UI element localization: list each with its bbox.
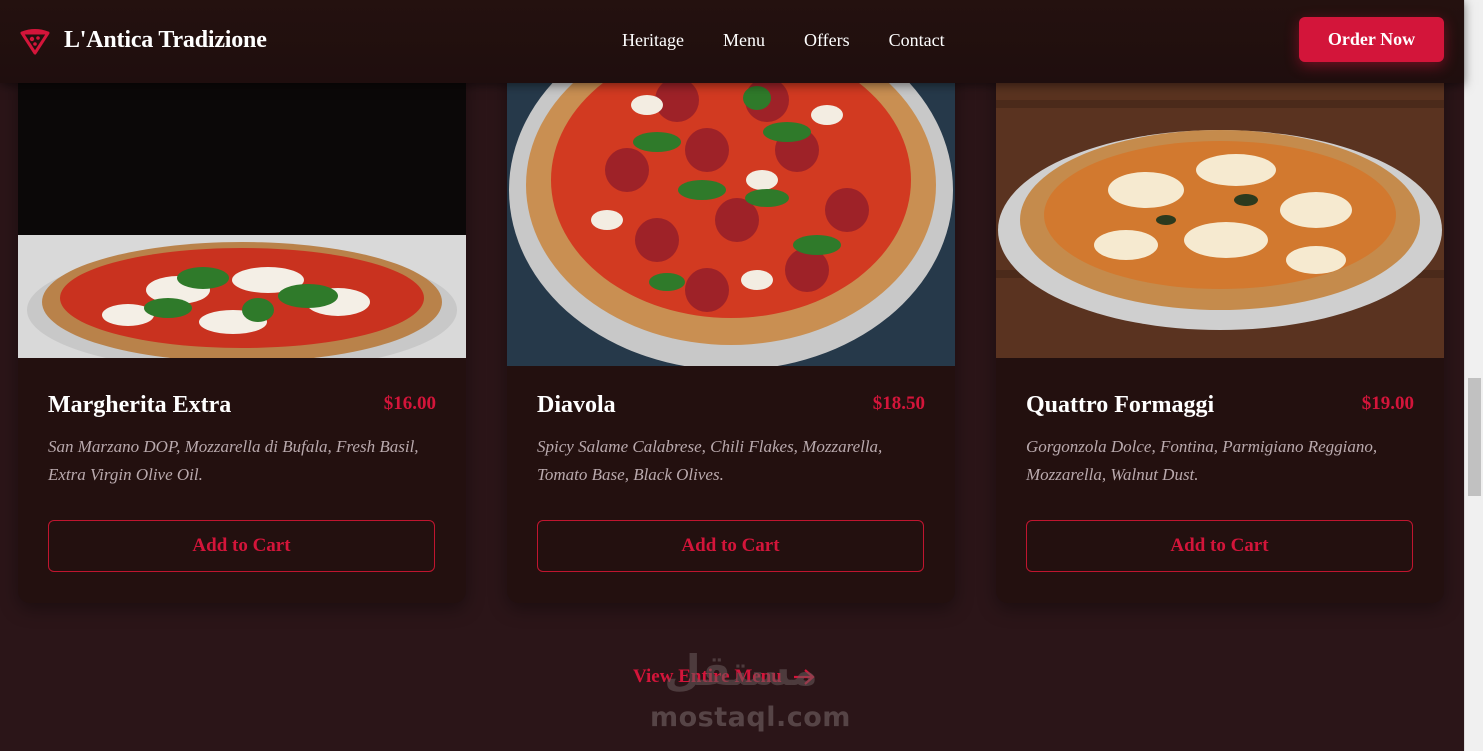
- card-price: $19.00: [1361, 393, 1414, 414]
- order-now-button[interactable]: Order Now: [1299, 17, 1444, 62]
- view-menu-label: View Entire Menu: [633, 666, 782, 687]
- menu-card-margherita: Margherita Extra $16.00 San Marzano DOP,…: [18, 40, 466, 603]
- card-title: Quattro Formaggi: [1026, 392, 1215, 418]
- card-price: $16.00: [383, 393, 436, 414]
- scrollbar[interactable]: [1464, 0, 1483, 751]
- scrollbar-thumb[interactable]: [1468, 378, 1481, 496]
- card-price: $18.50: [872, 393, 925, 414]
- arrow-right-icon: [793, 669, 815, 685]
- card-title: Diavola: [537, 392, 616, 418]
- pizza-image-quattro-formaggi: [996, 40, 1444, 358]
- nav-offers[interactable]: Offers: [804, 30, 850, 51]
- watermark: مستقل mostaql.com: [650, 646, 851, 736]
- brand-name: L'Antica Tradizione: [64, 26, 267, 53]
- brand[interactable]: L'Antica Tradizione: [19, 24, 267, 56]
- add-to-cart-button[interactable]: Add to Cart: [1026, 520, 1413, 572]
- watermark-latin: mostaql.com: [650, 702, 851, 733]
- add-to-cart-button[interactable]: Add to Cart: [537, 520, 924, 572]
- page-content: Margherita Extra $16.00 San Marzano DOP,…: [0, 0, 1464, 751]
- card-title: Margherita Extra: [48, 392, 232, 418]
- menu-card-diavola: Diavola $18.50 Spicy Salame Calabrese, C…: [507, 40, 955, 603]
- card-description: San Marzano DOP, Mozzarella di Bufala, F…: [48, 437, 419, 484]
- nav-heritage[interactable]: Heritage: [622, 30, 684, 51]
- view-entire-menu-link[interactable]: View Entire Menu: [633, 666, 816, 688]
- site-header: L'Antica Tradizione Heritage Menu Offers…: [0, 0, 1464, 83]
- menu-card-quattro-formaggi: Quattro Formaggi $19.00 Gorgonzola Dolce…: [996, 40, 1444, 603]
- nav-menu[interactable]: Menu: [723, 30, 765, 51]
- main-nav: Heritage Menu Offers Contact: [622, 30, 984, 51]
- card-description: Gorgonzola Dolce, Fontina, Parmigiano Re…: [1026, 437, 1378, 484]
- add-to-cart-button[interactable]: Add to Cart: [48, 520, 435, 572]
- nav-contact[interactable]: Contact: [889, 30, 945, 51]
- pizza-image-diavola: [507, 40, 955, 366]
- pizza-image-margherita: [18, 40, 466, 358]
- card-description: Spicy Salame Calabrese, Chili Flakes, Mo…: [537, 437, 883, 484]
- pizza-slice-icon: [20, 29, 50, 55]
